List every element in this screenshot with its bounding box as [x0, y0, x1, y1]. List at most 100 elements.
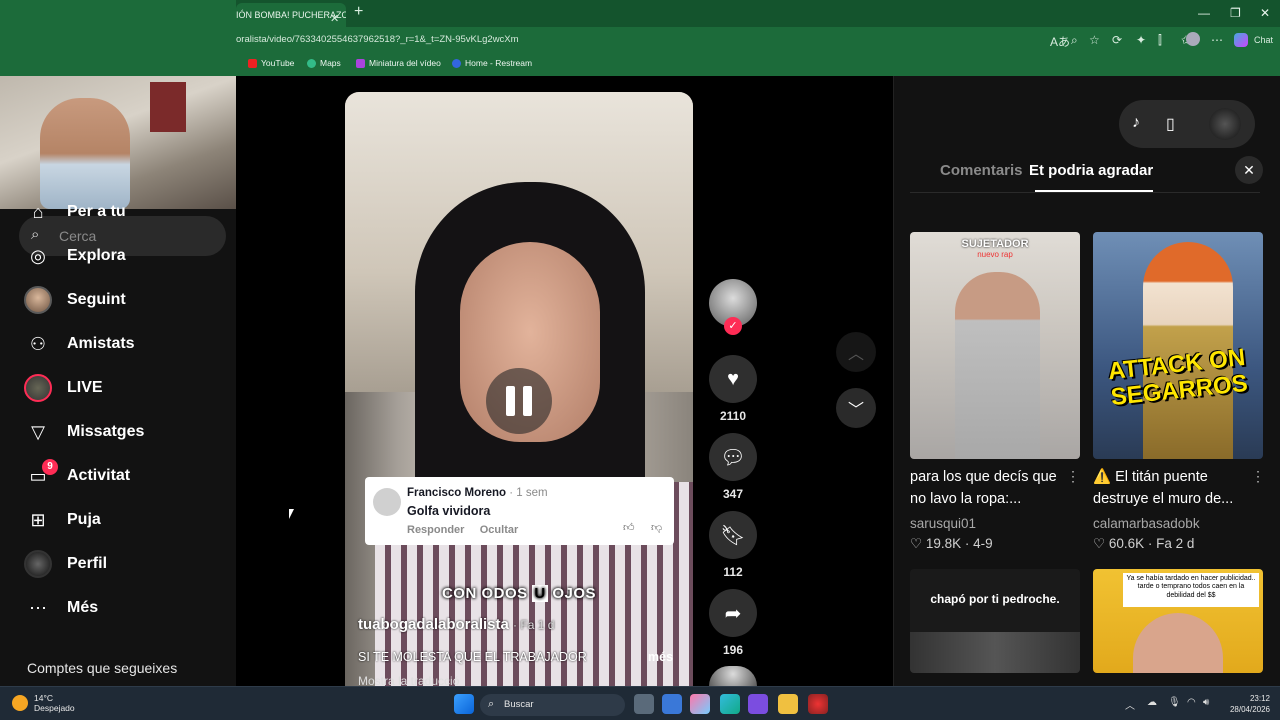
share-button[interactable]: ➦ [709, 589, 757, 637]
sound-disc-icon[interactable] [709, 666, 757, 686]
chevron-down-icon: ﹀ [847, 402, 864, 419]
video-more-link[interactable]: més [648, 650, 673, 664]
browser-tab[interactable]: IÓN BOMBA! PUCHERAZO ✕ [236, 3, 346, 27]
maximize-icon[interactable]: ❐ [1230, 6, 1241, 20]
send-icon: ▽ [31, 421, 45, 442]
menu-dots-icon[interactable]: ⋯ [1211, 33, 1223, 47]
store-icon[interactable] [662, 694, 682, 714]
webcam-person [40, 98, 130, 209]
tab-comments[interactable]: Comentaris [940, 162, 1023, 179]
clock[interactable]: 23:12 28/04/2026 [1222, 693, 1270, 715]
translate-icon[interactable]: Aあ [1050, 33, 1070, 50]
recommendation-user[interactable]: sarusqui01 [910, 516, 976, 531]
sidebar-item-seguint[interactable]: Seguint [24, 285, 224, 315]
address-bar[interactable]: oralista/video/7633402554637962518?_r=1&… [236, 30, 1280, 52]
sidebar-item-label: Explora [67, 247, 126, 264]
bookmark-miniatura[interactable]: Miniatura del vídeo [356, 58, 441, 68]
sidebar-item-label: Puja [67, 511, 101, 528]
recommendation-user[interactable]: calamarbasadobk [1093, 516, 1200, 531]
start-icon[interactable] [454, 694, 474, 714]
file-explorer-icon[interactable] [778, 694, 798, 714]
mic-icon[interactable]: 🎙︎ [1168, 697, 1181, 708]
see-translation-link[interactable]: Mostra la traducció [358, 674, 459, 686]
puzzle-icon[interactable]: ✦ [1136, 33, 1146, 47]
edge-icon[interactable] [720, 694, 740, 714]
chat-label[interactable]: Chat [1254, 35, 1273, 45]
pause-button[interactable] [486, 368, 552, 434]
split-icon[interactable]: ⫿ [1158, 33, 1162, 48]
extensions-icon[interactable]: ⟳ [1112, 33, 1122, 47]
sidebar-item-perfil[interactable]: Perfil [24, 549, 224, 579]
copilot-app-icon[interactable] [690, 694, 710, 714]
bookmark-youtube[interactable]: YouTube [248, 58, 294, 68]
recommendation-title[interactable]: para los que decís que no lavo la ropa:.… [910, 466, 1060, 510]
more-options-icon[interactable]: ⋮ [1251, 468, 1265, 485]
tab-divider [910, 192, 1260, 193]
task-view-icon[interactable] [634, 694, 654, 714]
tab-bar: IÓN BOMBA! PUCHERAZO ✕ + — ❐ ✕ [236, 0, 1280, 27]
comment-button[interactable]: 💬︎ [709, 433, 757, 481]
sidebar-item-live[interactable]: LIVE [24, 373, 224, 403]
bookmark-maps[interactable]: Maps [307, 58, 341, 68]
favorite-star-icon[interactable]: ☆ [1089, 33, 1100, 47]
bookmark-restream[interactable]: Home - Restream [452, 58, 532, 68]
recommendation-thumbnail[interactable]: ATTACK ON SEGARROS [1093, 232, 1263, 459]
thumbs-up-icon: 👍︎ [623, 522, 635, 534]
recommendation-thumbnail[interactable]: SUJETADOR nuevo rap [910, 232, 1080, 459]
restream-icon [452, 58, 461, 68]
next-video-button[interactable]: ﹀ [836, 388, 876, 428]
copilot-icon[interactable] [1234, 33, 1248, 47]
sidebar-item-missatges[interactable]: ▽ Missatges [24, 417, 224, 447]
url-text[interactable]: oralista/video/7633402554637962518?_r=1&… [236, 34, 519, 45]
profile-icon[interactable] [1186, 32, 1200, 46]
recommendation-thumbnail[interactable]: Ya se había tardado en hacer publicidad.… [1093, 569, 1263, 673]
following-check-icon[interactable]: ✓ [724, 317, 742, 335]
sidebar-item-per-a-tu[interactable]: ⌂ Per a tu [24, 197, 224, 227]
phone-icon[interactable]: ▯ [1166, 114, 1175, 134]
close-tab-icon[interactable]: ✕ [330, 7, 339, 27]
sidebar-item-label: Perfil [67, 555, 108, 572]
side-panel: ♪ ▯ Comentaris Et podria agradar ✕ SUJET… [893, 76, 1280, 686]
close-window-icon[interactable]: ✕ [1260, 6, 1270, 20]
sidebar-item-activitat[interactable]: ▭ 9 Activitat [24, 459, 224, 491]
wifi-icon[interactable]: ◠ [1187, 697, 1196, 708]
sidebar-item-explora[interactable]: ◎ Explora [24, 241, 224, 271]
video-author[interactable]: tuabogadalaboralista · Fa 1 d [358, 616, 554, 633]
minimize-icon[interactable]: — [1198, 6, 1210, 20]
previous-video-button[interactable]: ︿ [836, 332, 876, 372]
new-tab-icon[interactable]: + [354, 3, 363, 21]
more-options-icon[interactable]: ⋮ [1066, 468, 1080, 485]
weather-widget[interactable]: 14°C Despejado [12, 693, 75, 713]
like-button[interactable]: ♥ [709, 355, 757, 403]
thumbnail-person [955, 272, 1040, 459]
recommendation-thumbnail[interactable]: chapó por ti pedroche. [910, 569, 1080, 673]
video-caption-overlay: CON ODOS U OJOS [441, 585, 597, 602]
chrome-icon[interactable] [808, 694, 828, 714]
zoom-icon[interactable]: ⌕ [1071, 33, 1078, 48]
close-icon[interactable]: ✕ [1235, 156, 1263, 184]
thumbnail-overlay-subtext: nuevo rap [977, 250, 1013, 259]
tiktok-icon[interactable]: ♪ [1132, 114, 1140, 132]
creator-avatar[interactable]: ✓ [709, 279, 757, 335]
share-icon: ➦ [724, 602, 742, 625]
comment-count: 347 [722, 487, 744, 501]
panel-toolbar: ♪ ▯ [1119, 100, 1255, 148]
app-icon[interactable] [748, 694, 768, 714]
volume-icon[interactable]: 🔊︎ [1203, 697, 1209, 708]
tray-chevron-icon[interactable]: ︿ [1125, 697, 1135, 712]
sidebar-item-amistats[interactable]: ⚇ Amistats [24, 329, 224, 359]
user-avatar[interactable] [1209, 108, 1241, 140]
video-player[interactable]: Francisco Moreno · 1 sem Golfa vividora … [345, 92, 693, 686]
sidebar-item-mes[interactable]: ⋯ Més [24, 593, 224, 623]
comment-time: · 1 sem [509, 487, 548, 499]
sidebar-item-puja[interactable]: ⊞ Puja [24, 505, 224, 535]
save-button[interactable]: 🔖︎ [709, 511, 757, 559]
reply-label: Responder [407, 524, 465, 536]
mouse-cursor [289, 509, 299, 519]
tab-suggested[interactable]: Et podria agradar [1029, 162, 1153, 179]
comment-text: Golfa vividora [407, 504, 491, 518]
tray-app-icon[interactable]: ☁ [1147, 697, 1157, 708]
taskbar-search[interactable]: ⌕ Buscar [480, 694, 625, 716]
live-icon [24, 374, 52, 402]
recommendation-title[interactable]: ⚠️ El titán puente destruye el muro de..… [1093, 466, 1243, 510]
